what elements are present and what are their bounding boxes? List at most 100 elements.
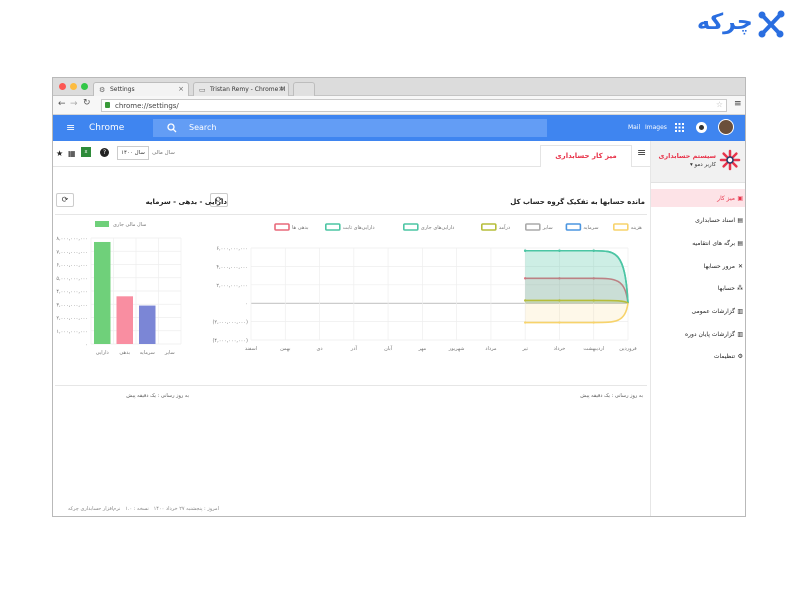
sidebar-item-label: گزارشات عمومی (691, 308, 735, 315)
avatar[interactable] (718, 119, 734, 135)
star-icon[interactable]: ☆ (716, 100, 723, 109)
gear-icon: ⚙ (99, 86, 106, 94)
legend-swatch (612, 223, 629, 231)
user-name: کاربر دمو (694, 162, 716, 168)
tab-label: Tristan Remy - Chrome M (210, 86, 286, 93)
y-tick-label: ۷,۰۰۰,۰۰۰,۰۰۰ (56, 249, 88, 255)
legend-label: درآمد (499, 224, 510, 231)
left-panel-title: دارایی - بدهی - سرمایه (145, 198, 227, 206)
star-icon[interactable]: ★ (56, 149, 63, 158)
forward-arrow-icon[interactable]: → (70, 99, 78, 109)
x-tick-label: خرداد (554, 346, 566, 352)
sidebar-item-sheets[interactable]: ▤ برگه های انتقامیه (651, 234, 745, 252)
tab-settings[interactable]: ⚙ Settings × (93, 82, 189, 96)
images-link[interactable]: Images (645, 124, 667, 131)
sidebar-item-review[interactable]: ✕ مرور حسابها (651, 257, 745, 275)
footer-date: امروز : پنجشنبه ۲۷ خرداد ۱۴۰۰ (153, 506, 219, 512)
data-point (523, 321, 527, 324)
legend-label: سایر (542, 225, 553, 231)
legend-swatch (480, 223, 497, 231)
brand-logo: چرکه (697, 8, 789, 40)
sidebar-item-period-reports[interactable]: ▥ گزارشات پایان دوره (651, 325, 745, 343)
reload-icon[interactable]: ↻ (83, 98, 91, 108)
excel-icon[interactable]: x (81, 147, 91, 157)
logo-mark-icon (758, 10, 785, 38)
fiscal-year-select[interactable]: سال ۱۴۰۰ (117, 146, 149, 160)
minimize-window-button[interactable] (70, 83, 77, 90)
sidebar-toggle-icon[interactable]: ≡ (637, 146, 646, 159)
y-tick-label: ۰ (245, 301, 248, 307)
list-icon[interactable]: ▦ (68, 149, 76, 158)
notifications-icon[interactable] (696, 122, 707, 133)
refresh-button[interactable]: ⟳ (56, 193, 74, 207)
help-icon[interactable]: ? (100, 148, 109, 157)
document-icon: ▤ (737, 217, 743, 224)
chart-icon: ▥ (737, 308, 743, 315)
sidebar-item-accounts[interactable]: ⁂ حسابها (651, 279, 745, 297)
y-tick-label: ۳,۰۰۰,۰۰۰,۰۰۰ (56, 302, 88, 308)
legend-item: درآمد (480, 223, 510, 231)
brand-title: سیستم حسابداری (658, 152, 716, 160)
x-tick-label: فروردین (619, 346, 637, 352)
x-tick-label: سرمایه (140, 350, 155, 356)
data-point (558, 321, 561, 324)
search-placeholder: Search (189, 123, 217, 132)
app-title: Chrome (89, 123, 125, 133)
x-tick-label: آبان (384, 345, 393, 352)
x-tick-label: دارایی (96, 350, 109, 356)
tab-label: Settings (110, 86, 135, 93)
divider (203, 214, 647, 215)
legend-swatch (403, 223, 419, 231)
back-arrow-icon[interactable]: ← (58, 99, 66, 109)
divider (203, 385, 647, 386)
address-bar: ← → ↻ chrome://settings/ ☆ ≡ (53, 96, 745, 115)
x-tick-label: تیر (521, 346, 528, 352)
gear-icon: ⚙ (737, 353, 743, 360)
close-window-button[interactable] (59, 83, 66, 90)
search-input[interactable]: Search (153, 119, 547, 137)
refresh-icon: ⟳ (61, 195, 69, 204)
legend-label: بدهی ها (292, 225, 309, 231)
chart-icon: ▥ (737, 331, 743, 338)
legend-item: سرمایه (565, 223, 599, 231)
apps-grid-icon[interactable] (675, 123, 684, 132)
close-icon[interactable]: × (278, 85, 284, 93)
sitemap-icon: ⁂ (737, 285, 743, 292)
legend-swatch (565, 223, 582, 231)
tab-tristan[interactable]: ▭ Tristan Remy - Chrome M × (193, 82, 289, 96)
x-tick-label: مرداد (485, 346, 497, 352)
sidebar-item-desk[interactable]: ▣ میز کار (651, 189, 745, 207)
sidebar-item-settings[interactable]: ⚙ تنظیمات (651, 347, 745, 365)
data-point (523, 299, 527, 302)
y-tick-label: ۱,۰۰۰,۰۰۰,۰۰۰ (56, 329, 88, 335)
x-tick-label: بهمن (280, 346, 290, 352)
url-input[interactable]: chrome://settings/ ☆ (101, 99, 727, 112)
y-tick-label: ۲,۰۰۰,۰۰۰,۰۰۰ (56, 316, 88, 322)
sidebar-item-label: برگه های انتقامیه (692, 240, 735, 247)
series-area (525, 303, 628, 323)
data-point (592, 299, 595, 302)
sidebar-item-documents[interactable]: ▤ اسناد حسابداری (651, 211, 745, 229)
brand-star-icon (719, 149, 741, 171)
divider (55, 214, 229, 215)
menu-icon[interactable]: ≡ (734, 99, 742, 109)
maximize-window-button[interactable] (81, 83, 88, 90)
hamburger-icon[interactable]: ≡ (66, 121, 75, 134)
right-panel-updated: به روز رسانی : یک دقیقه پیش (580, 393, 643, 399)
desk-icon: ▣ (737, 195, 743, 202)
user-menu[interactable]: کاربر دمو ▾ (690, 162, 716, 168)
close-icon[interactable]: × (178, 85, 184, 93)
file-icon: ▤ (737, 240, 743, 247)
bar (139, 305, 156, 344)
url-text: chrome://settings/ (115, 102, 179, 110)
legend-swatch (274, 223, 290, 231)
tab-strip: ⚙ Settings × ▭ Tristan Remy - Chrome M × (53, 78, 745, 96)
x-tick-label: اردیبهشت (583, 346, 604, 352)
x-tick-label: آذر (350, 345, 358, 352)
sidebar-item-general-reports[interactable]: ▥ گزارشات عمومی (651, 302, 745, 320)
mail-link[interactable]: Mail (628, 124, 640, 131)
sidebar-item-label: حسابها (717, 285, 735, 292)
y-tick-label: ۸,۰۰۰,۰۰۰,۰۰۰ (56, 236, 88, 242)
legend-label: هزینه (631, 225, 642, 231)
new-tab-button[interactable] (293, 82, 315, 96)
